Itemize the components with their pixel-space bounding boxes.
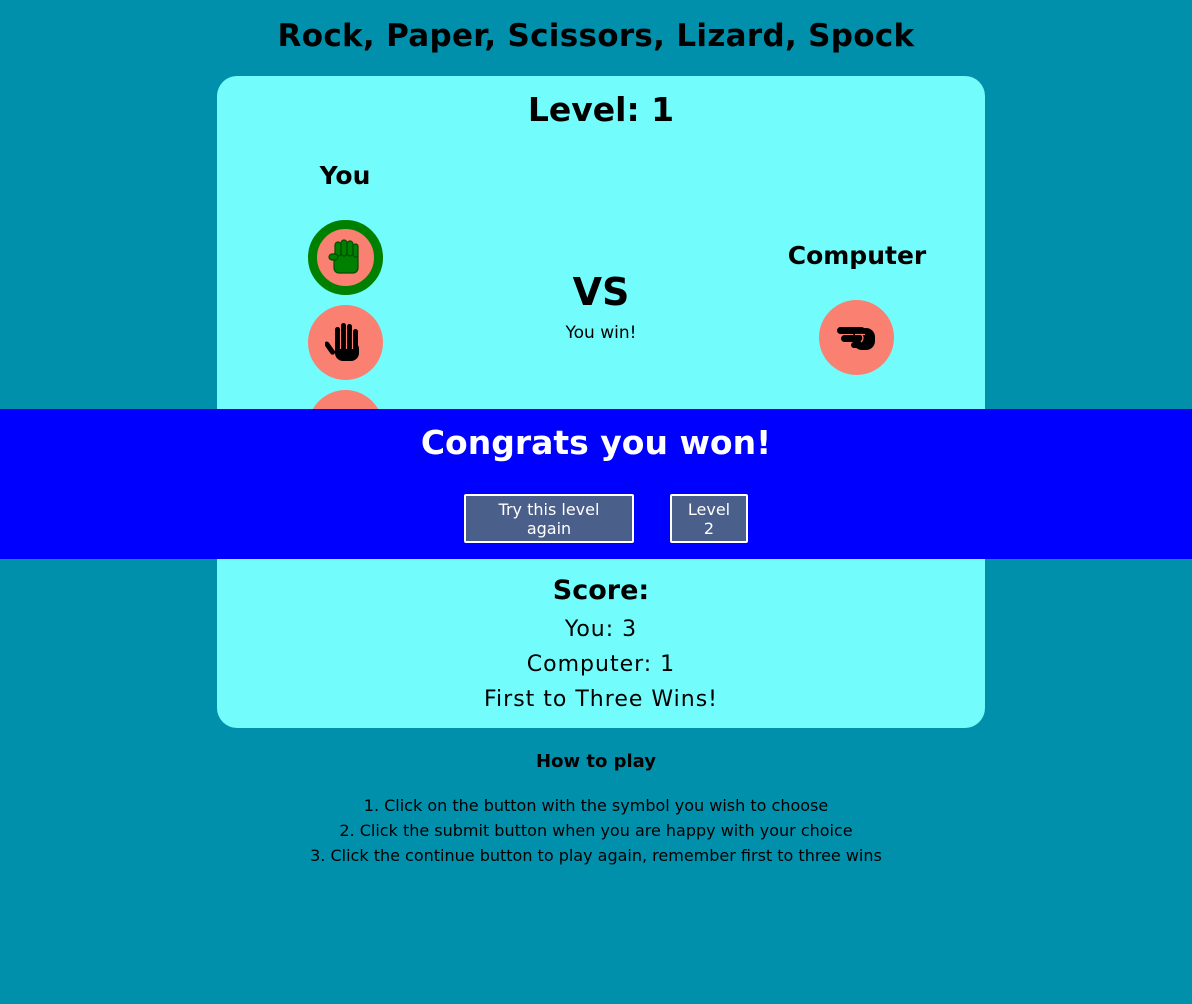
win-rule: First to Three Wins!: [484, 687, 718, 712]
computer-choice: [819, 300, 894, 375]
win-banner: Congrats you won! Try this level again L…: [0, 409, 1192, 559]
scissors-hand-icon: [836, 326, 875, 350]
next-level-button[interactable]: Level 2: [670, 494, 748, 543]
how-to-play-title: How to play: [536, 751, 656, 772]
computer-score: Computer: 1: [526, 652, 676, 677]
score-title: Score:: [552, 575, 650, 606]
how-to-play-steps: 1. Click on the button with the symbol y…: [0, 796, 1192, 871]
level-title: Level: 1: [527, 90, 675, 129]
how-to-play-step: 2. Click the submit button when you are …: [339, 821, 853, 840]
computer-label: Computer: [787, 241, 927, 270]
player-label: You: [319, 161, 371, 190]
game-card: Level: 1 You VS You win! Computer Score:…: [217, 76, 985, 728]
retry-level-button[interactable]: Try this level again: [464, 494, 634, 543]
how-to-play-step: 3. Click the continue button to play aga…: [310, 846, 882, 865]
win-title: Congrats you won!: [420, 423, 772, 462]
how-to-play-step: 1. Click on the button with the symbol y…: [363, 796, 829, 815]
page-title: Rock, Paper, Scissors, Lizard, Spock: [277, 18, 915, 54]
player-score: You: 3: [564, 617, 638, 642]
